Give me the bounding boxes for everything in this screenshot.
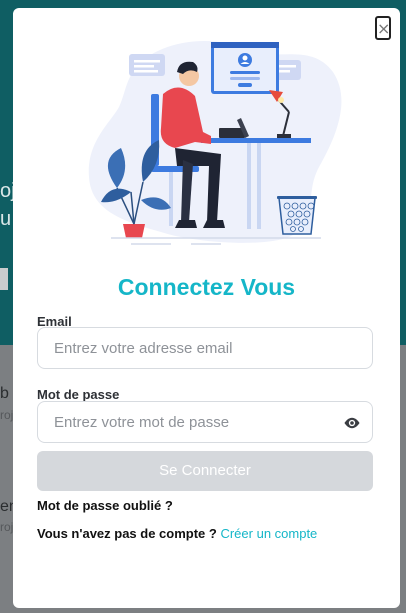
close-button[interactable]: × [375,16,391,40]
login-illustration [88,41,342,245]
signup-question: Vous n'avez pas de compte ? [37,526,217,541]
background-nav-arrow [0,268,8,290]
background-text: roj [0,520,14,534]
login-title: Connectez Vous [117,274,296,300]
login-submit-button[interactable]: Se Connecter [37,451,373,491]
eye-icon[interactable] [343,414,361,432]
signup-prompt: Vous n'avez pas de compte ? Créer un com… [37,526,317,541]
password-label: Mot de passe [37,387,120,402]
background-text: u [0,208,12,230]
create-account-link[interactable]: Créer un compte [220,526,317,541]
password-field-wrapper [37,401,373,443]
background-text: b [0,385,9,402]
password-input[interactable] [38,402,372,442]
email-field-wrapper [37,327,373,369]
email-input[interactable] [38,328,372,368]
background-text: roj [0,408,14,422]
forgot-password-link[interactable]: Mot de passe oublié ? [37,498,173,513]
login-modal: × Connectez Vous Email Entrez votre adre… [13,8,400,608]
